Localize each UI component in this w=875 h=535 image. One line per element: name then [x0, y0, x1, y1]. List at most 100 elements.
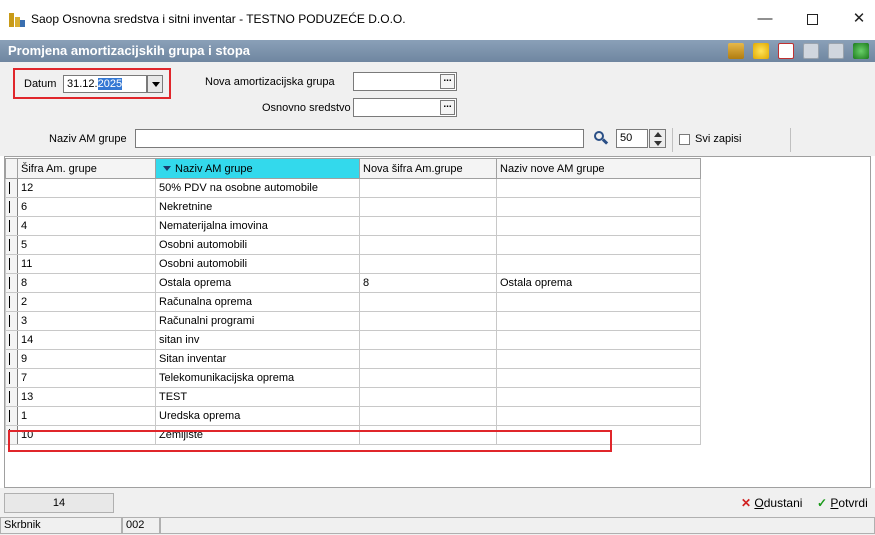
cell-naziv-nove[interactable]: [496, 425, 701, 445]
table-row[interactable]: 6 Nekretnine: [5, 197, 701, 217]
row-indicator[interactable]: [5, 349, 18, 369]
cell-naziv[interactable]: TEST: [155, 387, 360, 407]
cell-nova-sifra[interactable]: [359, 197, 497, 217]
cell-sifra[interactable]: 8: [17, 273, 156, 293]
cell-sifra[interactable]: 9: [17, 349, 156, 369]
cell-nova-sifra[interactable]: [359, 425, 497, 445]
row-indicator[interactable]: [5, 330, 18, 350]
cell-naziv-nove[interactable]: [496, 330, 701, 350]
cell-naziv[interactable]: Nekretnine: [155, 197, 360, 217]
row-indicator[interactable]: [5, 197, 18, 217]
data-grid[interactable]: Šifra Am. grupe Naziv AM grupe Nova šifr…: [4, 156, 871, 488]
cell-nova-sifra[interactable]: [359, 349, 497, 369]
nova-grupa-input[interactable]: ...: [353, 72, 457, 91]
cell-nova-sifra[interactable]: [359, 254, 497, 274]
cell-naziv-nove[interactable]: [496, 216, 701, 236]
cell-sifra[interactable]: 4: [17, 216, 156, 236]
cell-naziv-nove[interactable]: [496, 387, 701, 407]
cell-naziv-nove[interactable]: [496, 368, 701, 388]
cell-naziv-nove[interactable]: [496, 292, 701, 312]
naziv-search-input[interactable]: [135, 129, 584, 148]
page-size-input[interactable]: 50: [616, 129, 648, 148]
cell-naziv-nove[interactable]: [496, 235, 701, 255]
cell-sifra[interactable]: 6: [17, 197, 156, 217]
table-row[interactable]: 4 Nematerijalna imovina: [5, 216, 701, 236]
row-indicator[interactable]: [5, 178, 18, 198]
table-row[interactable]: 11 Osobni automobili: [5, 254, 701, 274]
cell-naziv[interactable]: Osobni automobili: [155, 235, 360, 255]
cell-naziv[interactable]: Uredska oprema: [155, 406, 360, 426]
column-header-naziv[interactable]: Naziv AM grupe: [155, 158, 360, 179]
favorite-star-icon[interactable]: [753, 43, 769, 59]
svi-zapisi-checkbox[interactable]: [679, 134, 690, 145]
table-row[interactable]: 7 Telekomunikacijska oprema: [5, 368, 701, 388]
cell-nova-sifra[interactable]: 8: [359, 273, 497, 293]
cell-naziv[interactable]: Nematerijalna imovina: [155, 216, 360, 236]
cell-naziv-nove[interactable]: Ostala oprema: [496, 273, 701, 293]
column-header-nova-sifra[interactable]: Nova šifra Am.grupe: [359, 158, 497, 179]
table-row[interactable]: 8 Ostala oprema 8 Ostala oprema: [5, 273, 701, 293]
column-header-naziv-nove[interactable]: Naziv nove AM grupe: [496, 158, 701, 179]
table-row[interactable]: 1 Uredska oprema: [5, 406, 701, 426]
maximize-button[interactable]: [797, 6, 827, 32]
pdf-export-icon[interactable]: [778, 43, 794, 59]
potvrdi-button[interactable]: ✓ Potvrdi: [817, 496, 868, 510]
cell-nova-sifra[interactable]: [359, 178, 497, 198]
row-indicator[interactable]: [5, 425, 18, 445]
cell-naziv-nove[interactable]: [496, 178, 701, 198]
cell-nova-sifra[interactable]: [359, 368, 497, 388]
cell-sifra[interactable]: 13: [17, 387, 156, 407]
copy-icon[interactable]: [803, 43, 819, 59]
table-row[interactable]: 13 TEST: [5, 387, 701, 407]
row-indicator[interactable]: [5, 235, 18, 255]
cell-naziv[interactable]: Ostala oprema: [155, 273, 360, 293]
row-indicator[interactable]: [5, 311, 18, 331]
cell-nova-sifra[interactable]: [359, 406, 497, 426]
cell-naziv-nove[interactable]: [496, 197, 701, 217]
cell-naziv-nove[interactable]: [496, 349, 701, 369]
row-indicator[interactable]: [5, 216, 18, 236]
odustani-button[interactable]: ✕ Odustani: [741, 496, 802, 510]
cell-naziv-nove[interactable]: [496, 254, 701, 274]
cell-sifra[interactable]: 3: [17, 311, 156, 331]
table-row[interactable]: 2 Računalna oprema: [5, 292, 701, 312]
cell-naziv[interactable]: Osobni automobili: [155, 254, 360, 274]
cell-nova-sifra[interactable]: [359, 292, 497, 312]
page-size-stepper[interactable]: [649, 129, 666, 148]
cell-nova-sifra[interactable]: [359, 311, 497, 331]
osnovno-sredstvo-lookup-button[interactable]: ...: [440, 100, 455, 115]
row-indicator[interactable]: [5, 387, 18, 407]
cell-naziv[interactable]: Računalni programi: [155, 311, 360, 331]
row-indicator[interactable]: [5, 406, 18, 426]
column-header-sifra[interactable]: Šifra Am. grupe: [17, 158, 156, 179]
datum-dropdown-button[interactable]: [147, 75, 163, 93]
cell-sifra[interactable]: 10: [17, 425, 156, 445]
cell-nova-sifra[interactable]: [359, 330, 497, 350]
cell-sifra[interactable]: 5: [17, 235, 156, 255]
search-icon[interactable]: [593, 130, 609, 146]
paste-icon[interactable]: [828, 43, 844, 59]
cell-naziv-nove[interactable]: [496, 406, 701, 426]
cell-nova-sifra[interactable]: [359, 235, 497, 255]
row-indicator[interactable]: [5, 292, 18, 312]
table-row[interactable]: 14 sitan inv: [5, 330, 701, 350]
cell-naziv[interactable]: Zemljište: [155, 425, 360, 445]
cell-naziv[interactable]: 50% PDV na osobne automobile: [155, 178, 360, 198]
row-indicator[interactable]: [5, 273, 18, 293]
cell-naziv[interactable]: Sitan inventar: [155, 349, 360, 369]
table-row[interactable]: 10 Zemljište: [5, 425, 701, 445]
cell-sifra[interactable]: 1: [17, 406, 156, 426]
table-row[interactable]: 9 Sitan inventar: [5, 349, 701, 369]
row-indicator[interactable]: [5, 368, 18, 388]
cell-naziv[interactable]: Telekomunikacijska oprema: [155, 368, 360, 388]
row-indicator[interactable]: [5, 254, 18, 274]
cell-nova-sifra[interactable]: [359, 387, 497, 407]
cell-sifra[interactable]: 12: [17, 178, 156, 198]
close-button[interactable]: ✕: [844, 6, 874, 32]
cell-nova-sifra[interactable]: [359, 216, 497, 236]
minimize-button[interactable]: —: [750, 6, 780, 32]
cell-naziv[interactable]: Računalna oprema: [155, 292, 360, 312]
table-row[interactable]: 12 50% PDV na osobne automobile: [5, 178, 701, 198]
chart-icon[interactable]: [728, 43, 744, 59]
osnovno-sredstvo-input[interactable]: ...: [353, 98, 457, 117]
